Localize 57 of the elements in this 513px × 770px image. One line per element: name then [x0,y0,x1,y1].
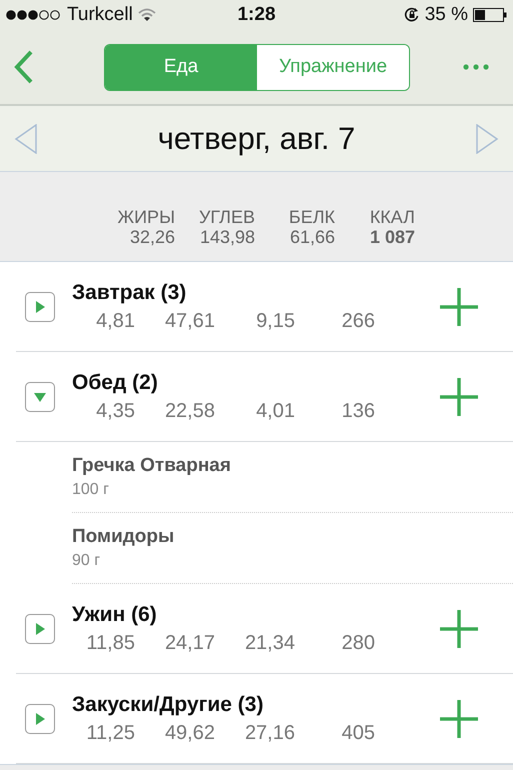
total-value: 61,66 [290,227,335,247]
meal-value: 4,35 [95,398,135,424]
expand-toggle[interactable] [25,292,55,322]
meal-value: 24,17 [164,630,215,656]
food-amount: 90 г [72,551,102,571]
rotation-lock-icon [404,7,420,23]
total-label: БЕЛК [288,207,335,227]
meal-value: 11,85 [85,630,135,656]
meal-title: Закуски/Другие (3) [72,692,264,718]
meal-title: Ужин (6) [72,602,158,628]
more-icon[interactable] [463,64,489,70]
previous-day-icon[interactable] [14,124,38,154]
total-value: 1 087 [370,227,415,247]
meal-value: 47,61 [164,308,215,334]
battery-percent: 35 % [424,4,468,26]
meal-value: 22,58 [164,398,215,424]
wifi-icon [138,8,156,22]
expand-toggle[interactable] [25,704,55,734]
meal-value: 21,34 [244,630,295,656]
add-icon[interactable] [440,288,478,326]
right-triangle-icon [34,622,46,634]
total-label: ЖИРЫ [118,207,175,227]
expand-toggle[interactable] [25,614,55,644]
add-icon[interactable] [440,610,478,648]
total-value: 32,26 [130,227,175,247]
meal-value: 11,25 [85,720,135,746]
right-triangle-icon [34,300,46,312]
meal-value: 9,15 [255,308,295,334]
total-value: 143,98 [200,227,255,247]
carrier-name: Turkcell [67,4,133,26]
segment-tab[interactable]: Еда [105,44,257,90]
add-icon[interactable] [440,700,478,738]
add-icon[interactable] [440,378,478,416]
food-amount: 100 г [72,480,110,500]
signal-icon [6,9,62,21]
total-label: УГЛЕВ [199,207,255,227]
meal-value: 4,81 [95,308,135,334]
expand-toggle[interactable] [25,382,55,412]
clock-time: 1:28 [237,4,276,26]
food-name: Гречка Отварная [72,454,232,478]
meal-value: 27,16 [244,720,295,746]
meal-value: 4,01 [255,398,295,424]
meal-title: Обед (2) [72,370,159,396]
meal-title: Завтрак (3) [72,280,188,306]
date-title: четверг, авг. 7 [158,120,356,156]
meal-value: 136 [340,398,375,424]
back-icon[interactable] [14,50,34,84]
meal-value: 405 [340,720,375,746]
next-day-icon[interactable] [475,124,499,154]
food-name: Помидоры [72,525,176,549]
meal-value: 266 [340,308,375,334]
right-triangle-icon [34,712,46,724]
battery-icon [473,8,507,22]
total-label: ККАЛ [370,207,415,227]
meal-value: 49,62 [164,720,215,746]
meal-value: 280 [340,630,375,656]
down-triangle-icon [34,390,46,402]
